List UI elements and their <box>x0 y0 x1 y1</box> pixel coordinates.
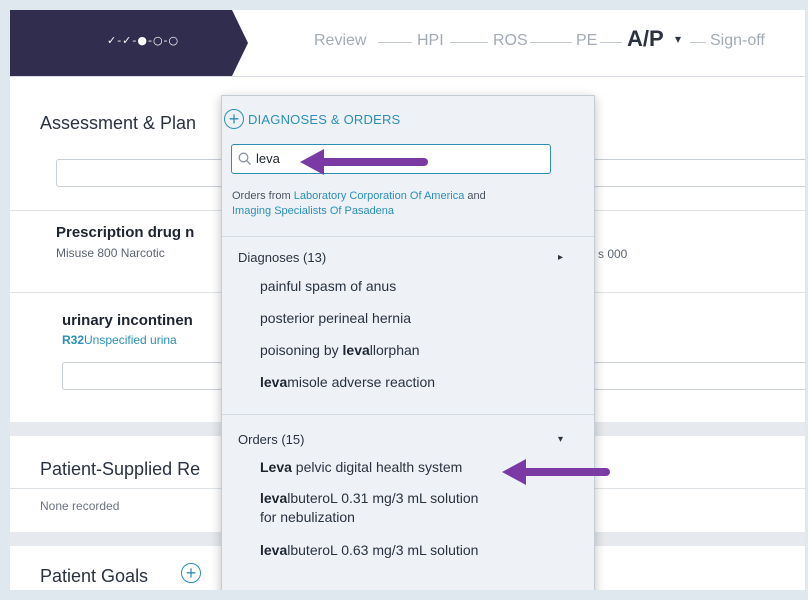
order-result-item[interactable]: Leva pelvic digital health system <box>260 458 462 477</box>
orders-from-note: Orders from Laboratory Corporation Of Am… <box>232 189 567 219</box>
item-text-line2: for nebulization <box>260 509 355 525</box>
diagnosis-result-item[interactable]: poisoning by levallorphan <box>260 341 420 360</box>
step-dropdown-caret-icon[interactable]: ▾ <box>675 32 681 46</box>
item-text-post: lbuteroL 0.63 mg/3 mL solution <box>287 542 479 558</box>
item-text-match: leva <box>342 342 370 358</box>
step-pe[interactable]: PE <box>576 32 597 50</box>
item-text-match: Leva <box>260 459 292 475</box>
add-goal-plus-icon[interactable]: + <box>181 563 201 583</box>
order-result-item[interactable]: levalbuteroL 0.63 mg/3 mL solution <box>260 541 478 560</box>
dropdown-header: DIAGNOSES & ORDERS <box>248 112 401 127</box>
step-hpi[interactable]: HPI <box>417 32 444 50</box>
step-connector <box>378 42 412 43</box>
dropdown-divider <box>222 236 594 237</box>
item-text-post: posterior perineal hernia <box>260 310 411 326</box>
search-value: leva <box>256 151 280 166</box>
expand-arrow-icon[interactable]: ▸ <box>558 252 563 263</box>
diagnosis-card-subtitle: Misuse 800 Narcotic <box>56 246 165 260</box>
diagnosis-result-item[interactable]: painful spasm of anus <box>260 277 396 296</box>
diagnoses-group-label[interactable]: Diagnoses (13) <box>238 250 326 265</box>
step-connector <box>530 42 572 43</box>
item-text-match: leva <box>260 374 288 390</box>
item-text-match: leva <box>260 542 288 558</box>
step-connector <box>450 42 488 43</box>
diagnosis-result-item[interactable]: posterior perineal hernia <box>260 309 411 328</box>
step-review[interactable]: Review <box>314 32 366 50</box>
item-text-post: lbuteroL 0.31 mg/3 mL solution <box>287 490 479 506</box>
collapse-arrow-icon[interactable]: ▾ <box>558 434 563 445</box>
step-connector <box>690 42 706 43</box>
dropdown-divider <box>222 414 594 415</box>
step-sign-off[interactable]: Sign-off <box>710 32 765 50</box>
item-text-match: leva <box>260 490 288 506</box>
assessment-plan-title: Assessment & Plan <box>40 113 197 133</box>
diagnosis-card-subtitle-tail: s 000 <box>598 247 628 261</box>
item-text-post: llorphan <box>369 342 420 358</box>
app-frame: ✓-✓-●-○-○ Review HPI ROS PE A/P ▾ Sign-o… <box>10 10 805 590</box>
diagnosis-code-label[interactable]: Unspecified urina <box>84 333 177 347</box>
annotation-arrow-icon <box>502 459 610 485</box>
progress-steps-indicator: ✓-✓-●-○-○ <box>107 34 180 47</box>
step-assessment-plan[interactable]: A/P <box>627 26 664 52</box>
item-text-post: pelvic digital health system <box>291 459 463 475</box>
add-diagnosis-plus-icon[interactable]: + <box>224 109 244 129</box>
org-link-labcorp[interactable]: Laboratory Corporation Of America <box>294 190 465 202</box>
diagnosis-card-title: Prescription drug n <box>56 224 195 241</box>
patient-supplied-title: Patient-Supplied Re <box>40 459 201 479</box>
order-result-item[interactable]: levalbuteroL 0.31 mg/3 mL solution for ne… <box>260 489 478 527</box>
search-icon <box>238 152 251 165</box>
workflow-nav: ✓-✓-●-○-○ Review HPI ROS PE A/P ▾ Sign-o… <box>10 10 805 77</box>
orders-from-and: and <box>464 190 486 202</box>
patient-supplied-empty: None recorded <box>40 499 120 513</box>
item-text-post: painful spasm of anus <box>260 278 397 294</box>
item-text-post: misole adverse reaction <box>287 374 436 390</box>
step-connector <box>600 42 622 43</box>
diagnosis-code[interactable]: R32 <box>62 333 84 347</box>
step-ros[interactable]: ROS <box>493 32 528 50</box>
orders-group-label[interactable]: Orders (15) <box>238 432 304 447</box>
item-text-pre: poisoning by <box>260 342 343 358</box>
diagnosis-result-item[interactable]: levamisole adverse reaction <box>260 373 435 392</box>
diagnosis-card-title: urinary incontinen <box>62 312 193 329</box>
annotation-arrow-icon <box>300 149 428 175</box>
orders-from-prefix: Orders from <box>232 190 294 202</box>
org-link-imaging[interactable]: Imaging Specialists Of Pasadena <box>232 205 394 217</box>
patient-goals-title: Patient Goals <box>40 566 149 586</box>
